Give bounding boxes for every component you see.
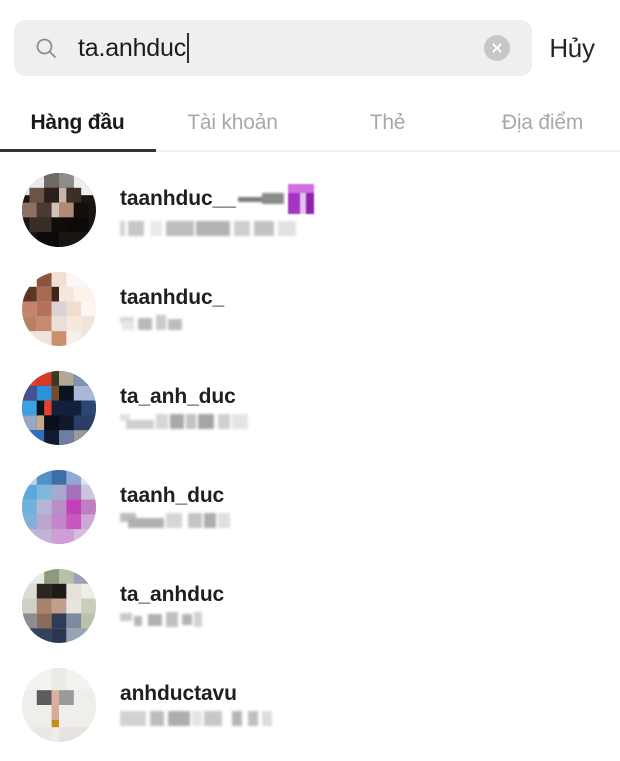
tab-places[interactable]: Địa điểm [465,96,620,150]
tab-tags[interactable]: Thẻ [310,96,465,150]
list-item-text: anhductavu [120,683,272,726]
avatar[interactable] [22,271,96,346]
text-caret [187,33,190,63]
avatar-pixels [22,370,96,445]
list-item-title: ta_anh_duc [120,386,248,407]
username-text: ta_anh_duc [120,385,236,408]
list-item-title: anhductavu [120,683,272,704]
search-bar: ta.anhduc Hủy [0,0,620,96]
avatar[interactable] [22,370,96,445]
avatar[interactable] [22,172,96,247]
avatar-pixels [22,172,96,247]
search-tabs: Hàng đầu Tài khoản Thẻ Địa điểm [0,96,620,152]
redacted-subtitle [120,612,202,627]
list-item-text: ta_anh_duc [120,386,248,429]
redacted-subtitle [120,315,182,330]
username-text: ta_anhduc [120,583,225,606]
list-item-text: ta_anhduc [120,584,224,627]
redacted-subtitle [120,220,296,236]
avatar[interactable] [22,469,96,544]
list-item-title: taanhduc__ [120,183,314,214]
avatar[interactable] [22,667,96,742]
list-item[interactable]: ta_anh_duc [0,358,620,457]
redacted-subtitle [120,711,272,726]
redacted-username-suffix [237,193,284,204]
list-item[interactable]: taanhduc_ [0,259,620,358]
list-item-text: taanhduc_ [120,287,224,330]
username-text: taanh_duc [120,484,225,507]
list-item-title: ta_anhduc [120,584,224,605]
redacted-subtitle [120,513,230,528]
username-text: anhductavu [120,682,237,705]
username-text: taanhduc__ [120,187,236,210]
redacted-subtitle [120,414,248,429]
cancel-button[interactable]: Hủy [532,33,606,64]
search-text-wrap: ta.anhduc [78,33,484,63]
list-item[interactable]: taanhduc__ [0,160,620,259]
avatar-pixels [22,667,96,742]
search-input[interactable]: ta.anhduc [14,20,532,76]
avatar-pixels [22,271,96,346]
avatar[interactable] [22,568,96,643]
list-item[interactable]: ta_anhduc [0,556,620,655]
username-text: taanhduc_ [120,286,225,309]
list-item[interactable]: anhductavu [0,655,620,754]
list-item-title: taanhduc_ [120,287,224,308]
tab-top[interactable]: Hàng đầu [0,96,156,152]
emoji-glyph [287,183,314,214]
list-item[interactable]: taanh_duc [0,457,620,556]
clear-search-icon[interactable] [484,35,510,61]
avatar-pixels [22,469,96,544]
list-item-text: taanh_duc [120,485,230,528]
search-results-list: taanhduc__ taanhduc_ ta_anh_duc taanh_du… [0,152,620,754]
search-icon [34,36,58,60]
tab-accounts[interactable]: Tài khoản [155,96,310,150]
list-item-text: taanhduc__ [120,183,314,236]
list-item-title: taanh_duc [120,485,230,506]
search-query-text: ta.anhduc [78,33,187,62]
avatar-pixels [22,568,96,643]
